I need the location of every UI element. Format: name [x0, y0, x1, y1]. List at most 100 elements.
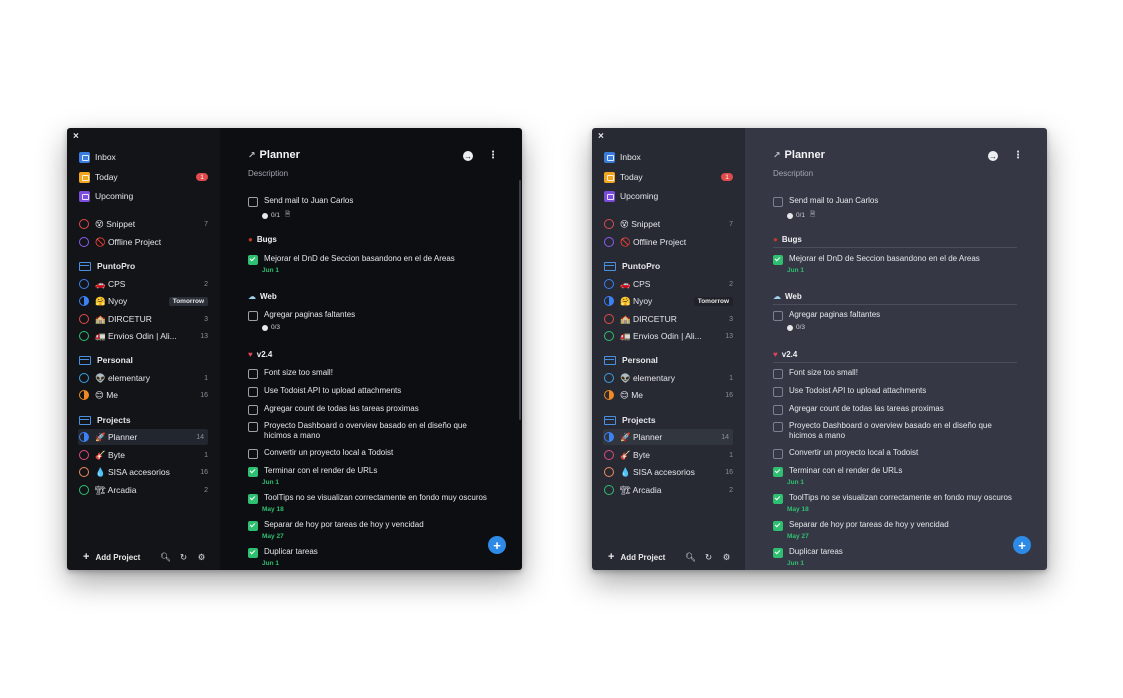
add-project-button[interactable]: Add Project [620, 553, 679, 562]
project-description[interactable]: Description [773, 169, 813, 178]
task-item[interactable]: Duplicar tareas Jun 1 [248, 547, 494, 567]
task-item[interactable]: Convertir un proyecto local a Todoist [773, 448, 1019, 459]
sidebar-item-today[interactable]: Today 1 [79, 169, 208, 185]
project-description[interactable]: Description [248, 169, 288, 178]
task-checkbox[interactable] [773, 494, 783, 504]
task-item[interactable]: Send mail to Juan Carlos 0/1 🗎︎ [773, 196, 1019, 221]
task-checkbox[interactable] [773, 449, 783, 459]
sidebar-item-planner[interactable]: 🚀 Planner 14 [78, 429, 208, 445]
task-checkbox[interactable] [773, 467, 783, 477]
sidebar-item-byte[interactable]: 🎸 Byte 1 [604, 447, 733, 463]
task-checkbox[interactable] [248, 405, 258, 415]
task-item[interactable]: Proyecto Dashboard o overview basado en … [248, 421, 494, 441]
close-icon[interactable]: × [598, 131, 604, 143]
task-content[interactable]: Duplicar tareas [789, 547, 843, 557]
task-content[interactable]: Agregar count de todas las tareas proxim… [264, 404, 419, 414]
task-item[interactable]: Terminar con el render de URLs Jun 1 [248, 466, 494, 486]
add-project-button[interactable]: Add Project [95, 553, 154, 562]
sync-icon[interactable]: ↻ [177, 552, 190, 563]
task-checkbox[interactable] [248, 197, 258, 207]
plus-icon[interactable]: + [83, 551, 89, 563]
section-header-bugs[interactable]: ● Bugs [773, 231, 1017, 248]
task-content[interactable]: ToolTips no se visualizan correctamente … [264, 493, 487, 503]
sidebar-item-inbox[interactable]: Inbox [79, 149, 208, 165]
sidebar-item-snippet[interactable]: 😵 Snippet 7 [79, 216, 208, 232]
task-checkbox[interactable] [773, 197, 783, 207]
sidebar-item-envios[interactable]: 🚛 Envios Odin | Ali... 13 [79, 328, 208, 344]
task-checkbox[interactable] [248, 255, 258, 265]
add-task-button[interactable]: + [488, 536, 506, 554]
sidebar-item-byte[interactable]: 🎸 Byte 1 [79, 447, 208, 463]
arrow-right-icon[interactable]: → [463, 151, 473, 161]
task-content[interactable]: Proyecto Dashboard o overview basado en … [264, 421, 494, 441]
task-checkbox[interactable] [773, 369, 783, 379]
task-content[interactable]: Agregar count de todas las tareas proxim… [789, 404, 944, 414]
task-content[interactable]: ToolTips no se visualizan correctamente … [789, 493, 1012, 503]
close-icon[interactable]: × [73, 131, 79, 143]
sidebar-item-dircetur[interactable]: 🏫 DIRCETUR 3 [79, 311, 208, 327]
task-checkbox[interactable] [248, 422, 258, 432]
task-checkbox[interactable] [773, 548, 783, 558]
section-header-web[interactable]: ☁ Web [773, 288, 1017, 305]
sidebar-item-arcadia[interactable]: 🏗 Arcadia 2 [604, 482, 733, 498]
task-checkbox[interactable] [248, 548, 258, 558]
task-content[interactable]: Separar de hoy por tareas de hoy y venci… [264, 520, 424, 530]
task-content[interactable]: Agregar paginas faltantes [789, 310, 880, 320]
task-content[interactable]: Font size too small! [789, 368, 858, 378]
sidebar-group-projects[interactable]: Projects [79, 412, 208, 428]
section-header-bugs[interactable]: ● Bugs [248, 231, 492, 247]
sidebar-item-me[interactable]: 😊 Me 16 [604, 387, 733, 403]
task-content[interactable]: Terminar con el render de URLs [264, 466, 377, 476]
task-content[interactable]: Mejorar el DnD de Seccion basandono en e… [789, 254, 980, 264]
task-checkbox[interactable] [248, 494, 258, 504]
task-item[interactable]: Agregar count de todas las tareas proxim… [248, 404, 494, 415]
task-item[interactable]: Send mail to Juan Carlos 0/1 🗎︎ [248, 196, 494, 221]
task-item[interactable]: Terminar con el render de URLs Jun 1 [773, 466, 1019, 486]
sidebar-item-cps[interactable]: 🚗 CPS 2 [79, 276, 208, 292]
task-content[interactable]: Mejorar el DnD de Seccion basandono en e… [264, 254, 455, 264]
task-checkbox[interactable] [773, 405, 783, 415]
sidebar-group-personal[interactable]: Personal [79, 352, 208, 368]
task-content[interactable]: Agregar paginas faltantes [264, 310, 355, 320]
task-checkbox[interactable] [248, 521, 258, 531]
task-checkbox[interactable] [773, 255, 783, 265]
task-content[interactable]: Separar de hoy por tareas de hoy y venci… [789, 520, 949, 530]
task-item[interactable]: Font size too small! [773, 368, 1019, 379]
task-item[interactable]: ToolTips no se visualizan correctamente … [248, 493, 494, 513]
plus-icon[interactable]: + [608, 551, 614, 563]
task-item[interactable]: Mejorar el DnD de Seccion basandono en e… [773, 254, 1019, 274]
sidebar-item-arcadia[interactable]: 🏗 Arcadia 2 [79, 482, 208, 498]
sidebar-group-personal[interactable]: Personal [604, 352, 733, 368]
task-checkbox[interactable] [248, 311, 258, 321]
sidebar-item-dircetur[interactable]: 🏫 DIRCETUR 3 [604, 311, 733, 327]
task-item[interactable]: Agregar paginas faltantes 0/3 [248, 310, 494, 331]
task-content[interactable]: Convertir un proyecto local a Todoist [789, 448, 918, 458]
sidebar-item-envios[interactable]: 🚛 Envios Odin | Ali... 13 [604, 328, 733, 344]
task-content[interactable]: Font size too small! [264, 368, 333, 378]
task-checkbox[interactable] [773, 422, 783, 432]
task-item[interactable]: Agregar count de todas las tareas proxim… [773, 404, 1019, 415]
sidebar-group-puntopro[interactable]: PuntoPro [79, 258, 208, 274]
sidebar-item-offline-project[interactable]: 🚫 Offline Project [79, 234, 208, 250]
scrollbar[interactable] [519, 180, 521, 420]
task-content[interactable]: Terminar con el render de URLs [789, 466, 902, 476]
task-checkbox[interactable] [248, 449, 258, 459]
task-content[interactable]: Use Todoist API to upload attachments [789, 386, 926, 396]
sidebar-group-projects[interactable]: Projects [604, 412, 733, 428]
sidebar-item-me[interactable]: 😊 Me 16 [79, 387, 208, 403]
gear-icon[interactable]: ⚙ [195, 552, 208, 563]
task-checkbox[interactable] [248, 467, 258, 477]
task-content[interactable]: Proyecto Dashboard o overview basado en … [789, 421, 1019, 441]
task-content[interactable]: Convertir un proyecto local a Todoist [264, 448, 393, 458]
add-task-button[interactable]: + [1013, 536, 1031, 554]
task-item[interactable]: ToolTips no se visualizan correctamente … [773, 493, 1019, 513]
sidebar-item-elementary[interactable]: 👽 elementary 1 [604, 370, 733, 386]
task-item[interactable]: Separar de hoy por tareas de hoy y venci… [773, 520, 1019, 540]
project-title[interactable]: Planner [260, 149, 300, 161]
task-content[interactable]: Duplicar tareas [264, 547, 318, 557]
task-item[interactable]: Agregar paginas faltantes 0/3 [773, 310, 1019, 331]
section-header-web[interactable]: ☁ Web [248, 288, 492, 304]
sidebar-item-planner[interactable]: 🚀 Planner 14 [603, 429, 733, 445]
search-icon[interactable]: 🔍︎ [159, 552, 172, 563]
sidebar-item-sisa[interactable]: 💧 SISA accesorios 16 [79, 464, 208, 480]
